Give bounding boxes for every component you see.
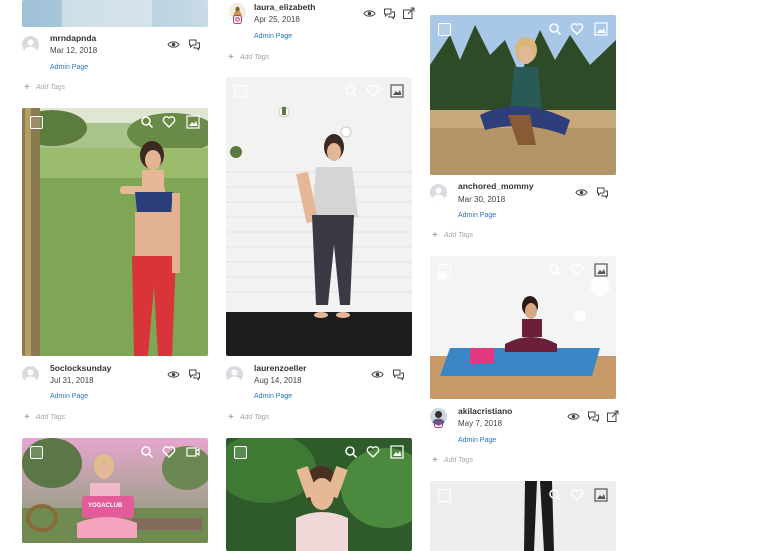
search-icon[interactable] [140, 445, 154, 459]
admin-page-link[interactable]: Admin Page [254, 393, 292, 400]
heart-icon[interactable] [366, 84, 380, 98]
add-tags-button[interactable]: + Add Tags [432, 454, 473, 466]
admin-page-link[interactable]: Admin Page [254, 33, 292, 40]
post-username[interactable]: akilacristiano [458, 406, 512, 416]
external-link-icon[interactable] [402, 7, 415, 20]
post-photo[interactable] [22, 108, 208, 356]
comments-icon[interactable] [383, 7, 396, 20]
eye-icon[interactable] [575, 186, 588, 199]
post-username[interactable]: laura_elizabeth [254, 2, 315, 12]
search-icon[interactable] [140, 115, 154, 129]
comments-icon[interactable] [392, 368, 405, 381]
post-username[interactable]: anchored_mommy [458, 181, 534, 191]
external-link-icon[interactable] [606, 410, 619, 423]
heart-icon[interactable] [570, 263, 584, 277]
select-checkbox[interactable] [30, 116, 43, 129]
post-photo[interactable] [430, 256, 616, 399]
heart-icon[interactable] [570, 488, 584, 502]
eye-icon[interactable] [167, 38, 180, 51]
post-username[interactable]: laurenzoeller [254, 363, 306, 373]
video-type-icon [186, 447, 200, 457]
post-date: Mar 12, 2018 [50, 46, 98, 55]
add-tags-button[interactable]: + Add Tags [228, 51, 269, 63]
eye-icon[interactable] [167, 368, 180, 381]
post-photo[interactable] [226, 438, 412, 551]
instagram-icon [233, 15, 242, 24]
search-icon[interactable] [344, 445, 358, 459]
post-photo[interactable] [226, 77, 412, 356]
admin-page-link[interactable]: Admin Page [50, 393, 88, 400]
comments-icon[interactable] [587, 410, 600, 423]
eye-icon[interactable] [371, 368, 384, 381]
post-date: Mar 30, 2018 [458, 195, 506, 204]
avatar [22, 366, 39, 383]
search-icon[interactable] [548, 263, 562, 277]
add-tags-button[interactable]: + Add Tags [24, 411, 65, 423]
post-date: Aug 14, 2018 [254, 376, 302, 385]
image-type-icon [594, 22, 608, 36]
post-date: Jul 31, 2018 [50, 376, 94, 385]
heart-icon[interactable] [366, 445, 380, 459]
search-icon[interactable] [344, 84, 358, 98]
post-date: Apr 25, 2018 [254, 15, 300, 24]
heart-icon[interactable] [570, 22, 584, 36]
eye-icon[interactable] [567, 410, 580, 423]
image-type-icon [390, 84, 404, 98]
post-photo[interactable] [430, 15, 616, 175]
add-tags-button[interactable]: + Add Tags [24, 81, 65, 93]
select-checkbox[interactable] [234, 85, 247, 98]
comments-icon[interactable] [596, 186, 609, 199]
select-checkbox[interactable] [438, 489, 451, 502]
select-checkbox[interactable] [234, 446, 247, 459]
avatar [226, 366, 243, 383]
eye-icon[interactable] [363, 7, 376, 20]
post-photo[interactable] [22, 0, 208, 27]
instagram-icon [434, 419, 443, 428]
avatar [430, 184, 447, 201]
post-photo[interactable] [430, 481, 616, 551]
select-checkbox[interactable] [30, 446, 43, 459]
heart-icon[interactable] [162, 115, 176, 129]
admin-page-link[interactable]: Admin Page [458, 212, 496, 219]
admin-page-link[interactable]: Admin Page [50, 64, 88, 71]
add-tags-button[interactable]: + Add Tags [228, 411, 269, 423]
yoga-mat-brand: YOGACLUB [88, 503, 123, 509]
image-type-icon [594, 263, 608, 277]
post-date: May 7, 2018 [458, 419, 503, 428]
admin-page-link[interactable]: Admin Page [458, 437, 496, 444]
search-icon[interactable] [548, 22, 562, 36]
heart-icon[interactable] [162, 445, 176, 459]
avatar [22, 36, 39, 53]
post-username[interactable]: 5oclocksunday [50, 363, 111, 373]
image-type-icon [390, 445, 404, 459]
search-icon[interactable] [548, 488, 562, 502]
comments-icon[interactable] [188, 368, 201, 381]
comments-icon[interactable] [188, 38, 201, 51]
image-type-icon [594, 488, 608, 502]
image-type-icon [186, 115, 200, 129]
select-checkbox[interactable] [438, 23, 451, 36]
post-username[interactable]: mrndapnda [50, 33, 96, 43]
select-checkbox[interactable] [438, 264, 451, 277]
add-tags-button[interactable]: + Add Tags [432, 229, 473, 241]
post-photo[interactable]: YOGACLUB [22, 438, 208, 543]
